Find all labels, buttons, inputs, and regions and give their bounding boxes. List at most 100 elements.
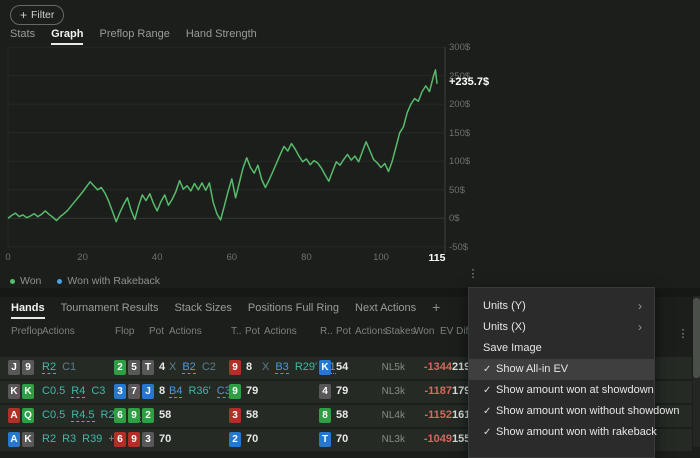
action-token: B4 — [169, 385, 182, 398]
pot-value: 70 — [159, 433, 171, 445]
results-section-tabs: Hands Tournament Results Stack Sizes Positi… — [11, 302, 440, 319]
tab-stack-sizes[interactable]: Stack Sizes — [174, 302, 231, 319]
card-chip: 5 — [128, 360, 140, 375]
card-chip: J — [142, 384, 154, 399]
card-chip: A — [8, 432, 20, 447]
checkmark-icon: ✓ — [483, 401, 496, 422]
stakes-value: NL4k — [368, 410, 405, 421]
legend-dot-icon — [10, 279, 15, 284]
x-tick-label: 115 — [424, 252, 450, 264]
card-chip: 9 — [22, 360, 34, 375]
column-header-actions[interactable]: Actions — [264, 326, 297, 337]
won-line-series — [8, 70, 437, 222]
actions-cell: B4R36'C32 — [169, 385, 237, 398]
column-header-pot[interactable]: Pot — [336, 326, 351, 337]
column-header-actions[interactable]: Actions — [42, 326, 75, 337]
legend-dot-icon — [57, 279, 62, 284]
filter-button[interactable]: + Filter — [10, 5, 64, 25]
x-tick-label: 80 — [293, 252, 319, 263]
action-token: B3 — [275, 361, 288, 374]
card-chip: 9 — [128, 432, 140, 447]
column-header-t[interactable]: T.. — [231, 326, 242, 337]
card-chip: 7 — [128, 384, 140, 399]
menu-item-label: Save Image — [483, 342, 542, 354]
submenu-arrow-icon: › — [638, 296, 642, 317]
card-chip: 8 — [319, 408, 331, 423]
column-header-actions[interactable]: Actions — [169, 326, 202, 337]
tab-graph[interactable]: Graph — [51, 28, 83, 45]
pot-value: 58 — [159, 409, 171, 421]
card-chip: T — [142, 360, 154, 375]
menu-item-units-x-[interactable]: Units (X)› — [469, 317, 654, 338]
pot-value: 4 — [159, 361, 165, 373]
menu-item-units-y-[interactable]: Units (Y)› — [469, 296, 654, 317]
plus-icon: + — [20, 9, 27, 21]
y-tick-label: 100$ — [449, 156, 470, 167]
column-header-preflop[interactable]: Preflop — [11, 326, 43, 337]
actions-cell: R2C1 — [42, 361, 76, 374]
card-chip: T — [319, 432, 331, 447]
x-tick-label: 60 — [219, 252, 245, 263]
pot-value: 58 — [336, 409, 348, 421]
column-header-pot[interactable]: Pot — [245, 326, 260, 337]
card-chip: 6 — [114, 408, 126, 423]
tab-preflop-range[interactable]: Preflop Range — [99, 28, 169, 45]
column-header-stakes[interactable]: Stakes — [385, 326, 416, 337]
column-header-pot[interactable]: Pot — [149, 326, 164, 337]
x-tick-label: 20 — [70, 252, 96, 263]
legend-item[interactable]: Won with Rakeback — [57, 275, 160, 287]
tab-stats[interactable]: Stats — [10, 28, 35, 45]
card-chip: 2 — [142, 408, 154, 423]
menu-item-show-amount-won-with-rakeback[interactable]: ✓Show amount won with rakeback — [469, 422, 654, 443]
y-tick-label: -50$ — [449, 242, 468, 253]
card-chip: 3 — [142, 432, 154, 447]
legend-item[interactable]: Won — [10, 275, 41, 287]
tab--[interactable]: + — [432, 302, 440, 319]
action-token: C1 — [62, 361, 76, 374]
action-token: R36' — [188, 385, 210, 398]
graph-options-icon[interactable]: ⋮ — [466, 271, 480, 277]
actions-cell: XB2C2 — [169, 361, 216, 374]
pot-value: 70 — [246, 433, 258, 445]
stakes-value: NL5k — [368, 362, 405, 373]
action-token: C0.5 — [42, 385, 65, 398]
action-token: R4 — [71, 385, 85, 398]
action-token: R39 — [82, 433, 102, 445]
table-scrollbar[interactable] — [693, 296, 700, 447]
column-header-actions[interactable]: Actions — [355, 326, 388, 337]
column-header-flop[interactable]: Flop — [115, 326, 134, 337]
submenu-arrow-icon: › — [638, 317, 642, 338]
tab-tournament-results[interactable]: Tournament Results — [61, 302, 159, 319]
action-token: B2 — [182, 361, 195, 374]
card-chip: 9 — [128, 408, 140, 423]
tab-hand-strength[interactable]: Hand Strength — [186, 28, 257, 45]
tab-next-actions[interactable]: Next Actions — [355, 302, 416, 319]
menu-item-show-all-in-ev[interactable]: ✓Show All-in EV — [469, 359, 654, 380]
menu-item-show-amount-won-at-showdown[interactable]: ✓Show amount won at showdown — [469, 380, 654, 401]
pot-value: 79 — [336, 385, 348, 397]
tab-positions-full-ring[interactable]: Positions Full Ring — [248, 302, 339, 319]
y-tick-label: 0$ — [449, 213, 460, 224]
action-token: R2 — [42, 433, 56, 445]
card-chip: 2 — [229, 432, 241, 447]
won-value: -1344 — [413, 361, 452, 373]
actions-cell: R2R3R39+1 — [42, 433, 121, 445]
chart-canvas — [0, 47, 460, 261]
y-tick-label: 300$ — [449, 42, 470, 53]
card-chip: J — [8, 360, 20, 375]
won-value: -1187 — [413, 385, 452, 397]
menu-item-show-amount-won-without-showdown[interactable]: ✓Show amount won without showdown — [469, 401, 654, 422]
action-token: C0.5 — [42, 409, 65, 422]
table-options-icon[interactable]: ⋮ — [676, 331, 690, 337]
table-scrollbar-thumb[interactable] — [693, 298, 700, 378]
column-header-r[interactable]: R.. — [320, 326, 333, 337]
action-token: X — [262, 361, 269, 374]
menu-item-save-image[interactable]: Save Image — [469, 338, 654, 359]
legend-label: Won with Rakeback — [67, 275, 160, 287]
checkmark-icon: ✓ — [483, 359, 496, 380]
card-chip: 2 — [114, 360, 126, 375]
column-header-won[interactable]: Won — [414, 326, 434, 337]
x-tick-label: 40 — [144, 252, 170, 263]
pot-value: 8 — [246, 361, 252, 373]
tab-hands[interactable]: Hands — [11, 302, 45, 319]
